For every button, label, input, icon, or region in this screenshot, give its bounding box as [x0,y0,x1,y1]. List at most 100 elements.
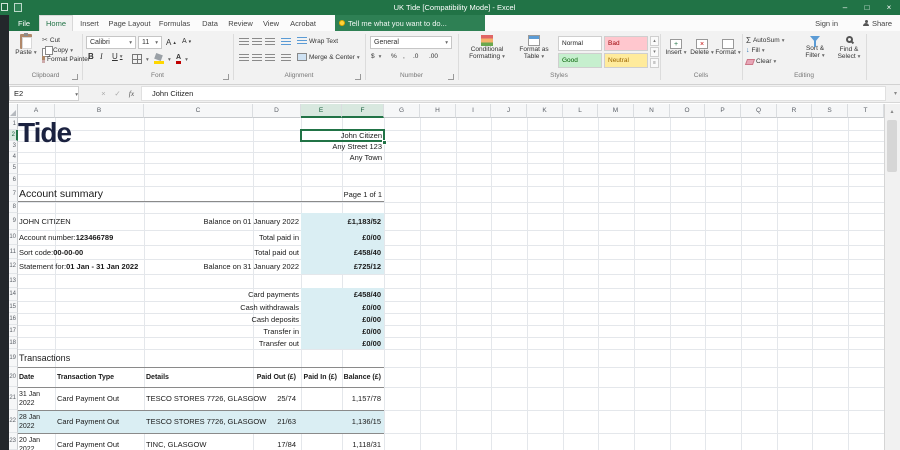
tab-file[interactable]: File [9,15,39,31]
align-middle-icon[interactable] [252,38,262,46]
table-row-3-paid-out[interactable]: 17/84 [240,433,296,450]
styles-gallery-more-button[interactable]: ≡ [650,58,659,68]
row-header-1[interactable]: 1 [9,118,18,130]
row-header-9[interactable]: 9 [9,213,18,230]
cell-statement-period[interactable]: Statement for: 01 Jan - 31 Jan 2022 [19,259,138,274]
column-header-s[interactable]: S [812,104,848,118]
font-color-button[interactable]: A [176,54,188,64]
tell-me[interactable]: Tell me what you want to do... [339,15,447,31]
row-header-6[interactable]: 6 [9,174,18,186]
table-row-2-date[interactable]: 28 Jan 2022 [19,410,51,433]
row-header-3[interactable]: 3 [9,141,18,152]
fill-button[interactable]: ↓ Fill [746,47,765,54]
row-header-14[interactable]: 14 [9,288,18,301]
tab-data[interactable]: Data [196,15,224,31]
table-row-2-paid-out[interactable]: 21/63 [240,410,296,433]
cell-recipient-street[interactable]: Any Street 123 [301,141,382,152]
row-header-15[interactable]: 15 [9,301,18,313]
cell-cash-withdrawals-value[interactable]: £0/00 [301,301,381,313]
align-top-icon[interactable] [239,38,249,46]
column-header-k[interactable]: K [527,104,563,118]
number-dialog-launcher[interactable] [448,74,454,80]
cut-button[interactable]: ✂ Cut [42,36,60,45]
cell-style-good[interactable]: Good [558,53,602,68]
selection-fill-handle[interactable] [382,140,387,145]
cell-transfer-out-label[interactable]: Transfer out [150,337,299,349]
column-header-o[interactable]: O [670,104,705,118]
paste-button[interactable]: Paste [12,33,40,72]
row-header-5[interactable]: 5 [9,163,18,174]
cell-account-number[interactable]: Account number: 123466789 [19,230,113,245]
bold-button[interactable]: B [88,52,94,61]
italic-button[interactable]: I [100,52,103,61]
table-row-2-paid-in[interactable] [290,410,337,433]
find-select-button[interactable]: Find & Select [834,36,864,76]
row-header-17[interactable]: 17 [9,325,18,337]
scrollbar-up-icon[interactable]: ▴ [884,104,900,118]
tab-page-layout[interactable]: Page Layout [106,15,153,31]
table-header-date[interactable]: Date [19,367,34,387]
select-all-corner[interactable] [9,104,18,118]
orientation-icon[interactable] [281,38,291,46]
delete-cells-button[interactable]: × Delete [690,39,714,71]
row-header-10[interactable]: 10 [9,230,18,245]
cell-paid-in-label[interactable]: Total paid in [150,230,299,245]
align-center-icon[interactable] [252,54,262,62]
scrollbar-thumb[interactable] [887,120,897,172]
column-header-f[interactable]: F [342,104,384,118]
table-row-1-date[interactable]: 31 Jan 2022 [19,387,51,410]
wrap-text-button[interactable]: Wrap Text [297,37,338,45]
font-family-select[interactable]: Calibri [86,36,136,49]
column-header-g[interactable]: G [384,104,420,118]
clipboard-dialog-launcher[interactable] [72,74,78,80]
format-as-table-button[interactable]: Format as Table [512,35,556,75]
insert-cells-button[interactable]: + Insert [664,39,688,71]
cell-style-normal[interactable]: Normal [558,36,602,51]
column-header-r[interactable]: R [777,104,812,118]
table-row-3-type[interactable]: Card Payment Out [57,433,119,450]
row-header-18[interactable]: 18 [9,337,18,349]
styles-gallery-up-button[interactable]: ▴ [650,36,659,46]
cell-cash-withdrawals-label[interactable]: Cash withdrawals [150,301,299,313]
cancel-button[interactable]: × [97,86,110,101]
cell-paid-in-value[interactable]: £0/00 [301,230,381,245]
alignment-dialog-launcher[interactable] [355,74,361,80]
row-header-22[interactable]: 22 [9,410,18,433]
table-row-3-details[interactable]: TINC, GLASGOW [146,433,206,450]
row-header-20[interactable]: 20 [9,367,18,387]
formula-input[interactable]: John Citizen [141,86,886,101]
column-header-m[interactable]: M [598,104,634,118]
cell-paid-out-label[interactable]: Total paid out [150,245,299,259]
table-header-paid-out[interactable]: Paid Out (£) [240,367,296,387]
row-header-13[interactable]: 13 [9,274,18,288]
percent-button[interactable]: % [391,53,397,60]
cell-balance-close-label[interactable]: Balance on 31 January 2022 [150,259,300,274]
cell-card-payments-value[interactable]: £458/40 [301,288,381,301]
cell-transfer-in-value[interactable]: £0/00 [301,325,381,337]
row-header-7[interactable]: 7 [9,186,18,202]
cell-transfer-out-value[interactable]: £0/00 [301,337,381,349]
table-header-paid-in[interactable]: Paid In (£) [290,367,337,387]
clear-button[interactable]: Clear [744,58,776,65]
close-button[interactable]: × [878,0,900,15]
number-format-select[interactable]: General [370,36,452,49]
column-header-d[interactable]: D [253,104,301,118]
cell-balance-close-value[interactable]: £725/12 [301,259,381,274]
underline-button[interactable]: U [112,52,123,61]
column-header-c[interactable]: C [144,104,253,118]
align-right-icon[interactable] [265,54,275,62]
formula-bar-expand-icon[interactable]: ▾ [894,90,897,97]
copy-button[interactable]: Copy [42,46,73,57]
cell-account-summary-title[interactable]: Account summary [19,186,103,202]
table-row-3-balance[interactable]: 1,118/31 [335,433,381,450]
share-button[interactable]: Share [863,15,892,31]
cell-balance-open-value[interactable]: £1,183/52 [301,213,381,230]
cell-card-payments-label[interactable]: Card payments [150,288,299,301]
row-header-4[interactable]: 4 [9,152,18,163]
decrease-indent-icon[interactable] [281,54,291,62]
tab-home[interactable]: Home [39,15,73,31]
sort-filter-button[interactable]: Sort & Filter [798,36,832,76]
table-header-type[interactable]: Transaction Type [57,367,114,387]
shrink-font-button[interactable]: A ▾ [182,38,191,45]
column-header-q[interactable]: Q [741,104,777,118]
